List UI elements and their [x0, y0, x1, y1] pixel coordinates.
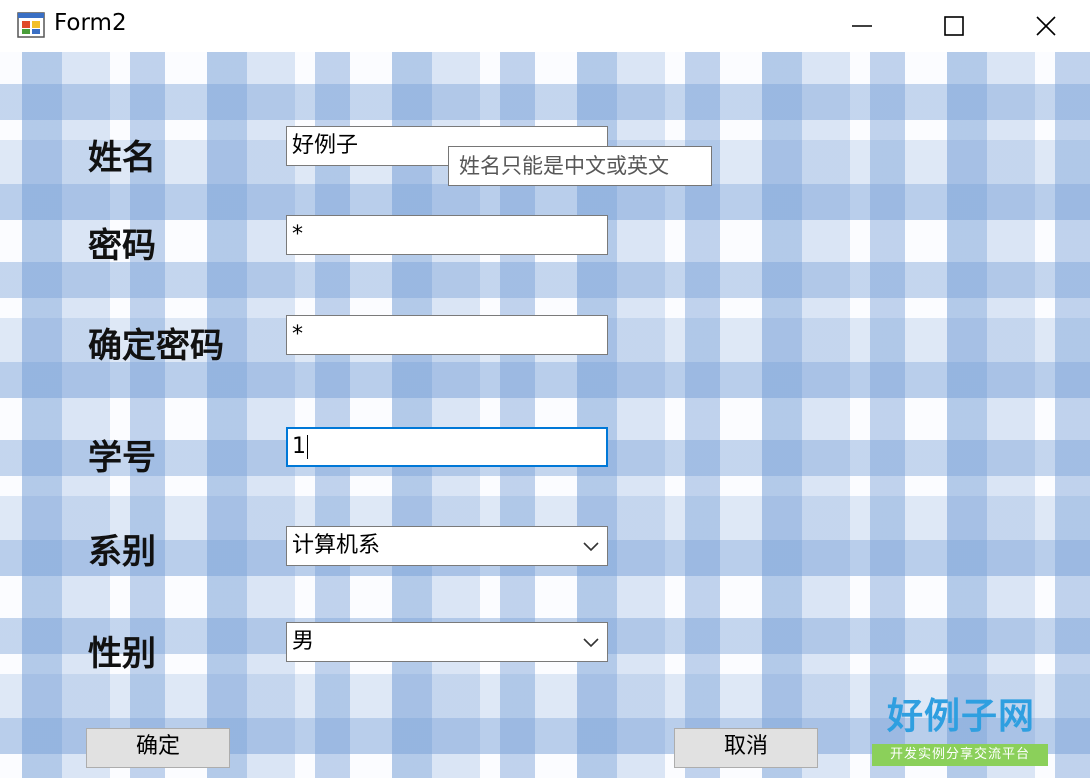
- confirm-password-label: 确定密码: [88, 326, 224, 366]
- department-select[interactable]: 计算机系: [286, 526, 608, 566]
- password-input-value: *: [292, 222, 303, 247]
- minimize-icon: [852, 25, 872, 27]
- maximize-button[interactable]: [907, 0, 999, 52]
- watermark-subtitle: 开发实例分享交流平台: [872, 744, 1048, 766]
- student-id-input-value: 1: [292, 434, 306, 459]
- window-title: Form2: [54, 10, 127, 36]
- watermark-title: 好例子网: [886, 696, 1035, 737]
- minimize-button[interactable]: [815, 0, 907, 52]
- text-caret: [307, 435, 308, 459]
- confirm-password-input-value: *: [292, 322, 303, 347]
- student-id-label: 学号: [88, 438, 156, 478]
- gender-select[interactable]: 男: [286, 622, 608, 662]
- close-icon: [1036, 16, 1056, 36]
- confirm-password-input[interactable]: *: [286, 315, 608, 355]
- department-label: 系别: [88, 532, 156, 572]
- department-select-value: 计算机系: [292, 533, 381, 558]
- watermark-logo: 好例子网 开发实例分享交流平台: [870, 696, 1052, 770]
- form-app-icon: [17, 12, 45, 38]
- password-input[interactable]: *: [286, 215, 608, 255]
- chevron-down-icon: [583, 638, 599, 648]
- password-label: 密码: [88, 226, 156, 266]
- title-bar[interactable]: Form2: [0, 0, 1090, 52]
- student-id-input[interactable]: 1: [286, 427, 608, 467]
- close-button[interactable]: [999, 0, 1090, 52]
- gender-select-value: 男: [292, 629, 315, 654]
- chevron-down-icon: [583, 542, 599, 552]
- gender-label: 性别: [88, 634, 156, 674]
- ok-button[interactable]: 确定: [86, 728, 230, 768]
- cancel-button[interactable]: 取消: [674, 728, 818, 768]
- name-input-value: 好例子: [292, 133, 359, 158]
- name-validation-tooltip: 姓名只能是中文或英文: [448, 146, 712, 186]
- maximize-icon: [944, 16, 964, 36]
- name-label: 姓名: [88, 138, 156, 178]
